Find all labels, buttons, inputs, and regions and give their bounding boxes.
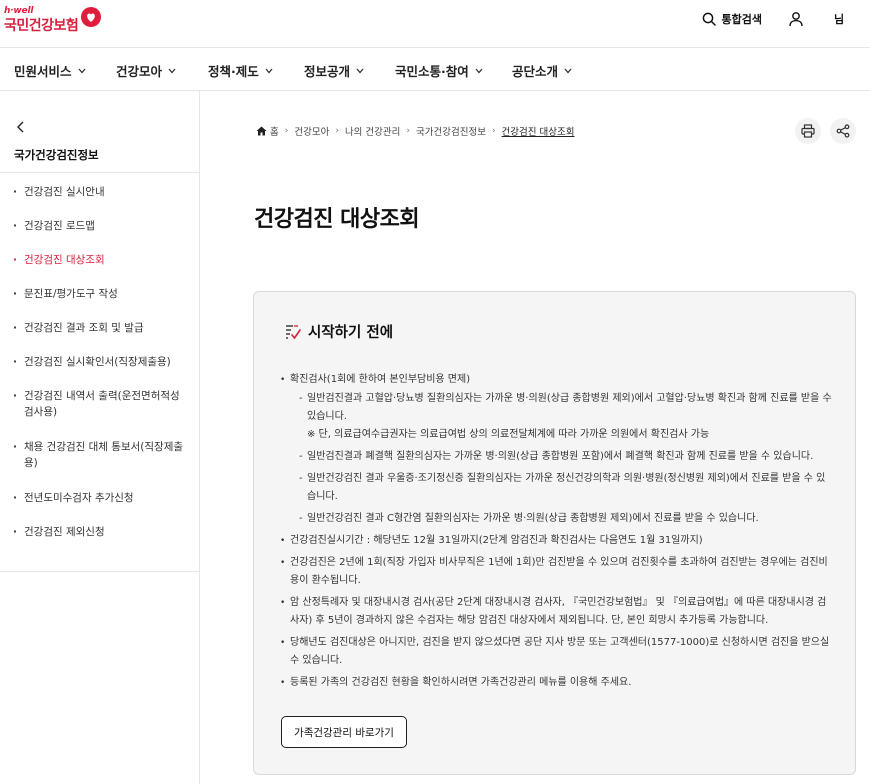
sidebar-item[interactable]: 채용 건강검진 대체 통보서(직장제출용) <box>0 439 199 490</box>
gnb-label: 정보공개 <box>304 64 351 79</box>
gnb-label: 건강모아 <box>116 64 163 79</box>
gnb-item-participation[interactable]: 국민소통·참여 <box>395 61 483 80</box>
notice-sublist: 일반검진결과 고혈압·당뇨병 질환의심자는 가까운 병·의원(상급 종합병원 제… <box>290 390 832 528</box>
main-navigation: 민원서비스 건강모아 정책·제도 정보공개 국민소통·참여 공단소개 <box>0 49 870 91</box>
notice-subitem: 일반건강검진 결과 우울증·조기정신증 질환의심자는 가까운 정신건강의학과 의… <box>290 470 832 506</box>
breadcrumb-item[interactable]: 홈 <box>270 124 279 138</box>
notice-item: 당해년도 검진대상은 아니지만, 검진을 받지 않으셨다면 공단 지사 방문 또… <box>280 634 832 670</box>
sidebar-item[interactable]: 건강검진 로드맵 <box>0 218 199 252</box>
gnb-label: 정책·제도 <box>208 64 259 79</box>
notice-subitem-note: ※ 단, 의료급여수급권자는 의료급여법 상의 의료전달체계에 따라 가까운 의… <box>307 429 710 440</box>
notice-list: 확진검사(1회에 한하여 본인부담비용 면제) 일반검진결과 고혈압·당뇨병 질… <box>280 371 832 696</box>
sidebar: 국가건강검진정보 건강검진 실시안내 건강검진 로드맵 건강검진 대상조회 문진… <box>0 91 200 784</box>
site-header: h·well 국민건강보험 통합검색 님 <box>0 0 870 48</box>
divider <box>0 172 199 173</box>
sidebar-menu: 건강검진 실시안내 건강검진 로드맵 건강검진 대상조회 문진표/평가도구 작성… <box>0 184 199 558</box>
sidebar-title: 국가건강검진정보 <box>14 148 99 162</box>
chevron-down-icon <box>475 68 483 73</box>
sidebar-item[interactable]: 건강검진 결과 조회 및 발급 <box>0 320 199 354</box>
search-icon <box>702 12 716 26</box>
share-icon <box>836 124 850 138</box>
chevron-down-icon <box>356 68 364 73</box>
gnb-label: 공단소개 <box>512 64 559 79</box>
chevron-down-icon <box>78 68 86 73</box>
search-label: 통합검색 <box>721 13 762 26</box>
chevron-down-icon <box>564 68 572 73</box>
notice-subitem: 일반검진결과 고혈압·당뇨병 질환의심자는 가까운 병·의원(상급 종합병원 제… <box>290 390 832 444</box>
family-health-button[interactable]: 가족건강관리 바로가기 <box>281 716 407 748</box>
notice-panel: 시작하기 전에 확진검사(1회에 한하여 본인부담비용 면제) 일반검진결과 고… <box>253 291 856 775</box>
sidebar-item[interactable]: 건강검진 실시안내 <box>0 184 199 218</box>
user-button[interactable] <box>788 11 804 27</box>
chevron-right-icon: › <box>335 126 339 136</box>
notice-subitem: 일반건강검진 결과 C형간염 질환의심자는 가까운 병·의원(상급 종합병원 제… <box>290 510 832 528</box>
print-button[interactable] <box>795 118 821 144</box>
page-title: 건강검진 대상조회 <box>254 207 420 232</box>
chevron-right-icon: › <box>284 126 289 136</box>
breadcrumb-item[interactable]: 건강모아 <box>294 124 329 138</box>
sidebar-item-active[interactable]: 건강검진 대상조회 <box>0 252 199 286</box>
integrated-search-button[interactable]: 통합검색 <box>702 11 762 27</box>
sidebar-item[interactable]: 건강검진 내역서 출력(운전면허적성검사용) <box>0 388 199 439</box>
gnb-label: 국민소통·참여 <box>395 64 469 79</box>
sidebar-item[interactable]: 건강검진 실시확인서(직장제출용) <box>0 354 199 388</box>
gnb-label: 민원서비스 <box>14 64 72 79</box>
gnb-item-health-moa[interactable]: 건강모아 <box>116 61 176 80</box>
notice-subitem-text: 일반건강검진 결과 우울증·조기정신증 질환의심자는 가까운 정신건강의학과 의… <box>307 473 826 502</box>
breadcrumb-item[interactable]: 국가건강검진정보 <box>416 124 486 138</box>
breadcrumb-item[interactable]: 나의 건강관리 <box>345 124 400 138</box>
notice-title: 시작하기 전에 <box>308 325 394 341</box>
home-icon[interactable] <box>256 126 267 136</box>
logo-name: 국민건강보험 <box>4 18 79 34</box>
gnb-item-policy[interactable]: 정책·제도 <box>208 61 273 80</box>
breadcrumb: 홈 › 건강모아 › 나의 건강관리 › 국가건강검진정보 › 건강검진 대상조… <box>256 124 575 138</box>
checklist-icon <box>286 324 301 339</box>
chevron-down-icon <box>168 68 176 73</box>
notice-item: 암 산정특례자 및 대장내시경 검사(공단 2단계 대장내시경 검사자, 『국민… <box>280 594 832 630</box>
notice-item: 확진검사(1회에 한하여 본인부담비용 면제) 일반검진결과 고혈압·당뇨병 질… <box>280 371 832 528</box>
gnb-item-civil-service[interactable]: 민원서비스 <box>14 61 86 80</box>
gnb-item-info-disclosure[interactable]: 정보공개 <box>304 61 364 80</box>
notice-subitem: 일반검진결과 폐결핵 질환의심자는 가까운 병·의원(상급 종합병원 포함)에서… <box>290 448 832 466</box>
share-button[interactable] <box>830 118 856 144</box>
notice-subitem-text: 일반건강검진 결과 C형간염 질환의심자는 가까운 병·의원(상급 종합병원 제… <box>307 513 759 524</box>
sidebar-item[interactable]: 전년도미수검자 추가신청 <box>0 490 199 524</box>
chevron-left-icon[interactable] <box>16 121 26 133</box>
notice-item: 등록된 가족의 건강검진 현황을 확인하시려면 가족건강관리 메뉴를 이용해 주… <box>280 674 832 692</box>
notice-subitem-text: 일반검진결과 고혈압·당뇨병 질환의심자는 가까운 병·의원(상급 종합병원 제… <box>307 393 832 422</box>
divider <box>0 571 199 572</box>
notice-item-text: 확진검사(1회에 한하여 본인부담비용 면제) <box>290 374 471 385</box>
notice-header: 시작하기 전에 <box>284 321 393 342</box>
user-name[interactable]: 님 <box>834 11 870 27</box>
sidebar-item[interactable]: 건강검진 제외신청 <box>0 524 199 558</box>
notice-item: 건강검진은 2년에 1회(직장 가입자 비사무직은 1년에 1회)만 검진받을 … <box>280 554 832 590</box>
chevron-down-icon <box>265 68 273 73</box>
heart-logo-icon <box>81 7 101 27</box>
sidebar-item[interactable]: 문진표/평가도구 작성 <box>0 286 199 320</box>
user-icon <box>789 12 803 27</box>
site-logo[interactable]: h·well 국민건강보험 <box>4 6 101 35</box>
notice-subitem-text: 일반검진결과 폐결핵 질환의심자는 가까운 병·의원(상급 종합병원 포함)에서… <box>307 451 814 462</box>
notice-item: 건강검진실시기간 : 해당년도 12월 31일까지(2단계 암검진과 확진검사는… <box>280 532 832 550</box>
chevron-right-icon: › <box>491 126 496 136</box>
gnb-item-about[interactable]: 공단소개 <box>512 61 572 80</box>
breadcrumb-current[interactable]: 건강검진 대상조회 <box>502 124 575 138</box>
print-icon <box>801 124 815 138</box>
chevron-right-icon: › <box>406 126 411 136</box>
